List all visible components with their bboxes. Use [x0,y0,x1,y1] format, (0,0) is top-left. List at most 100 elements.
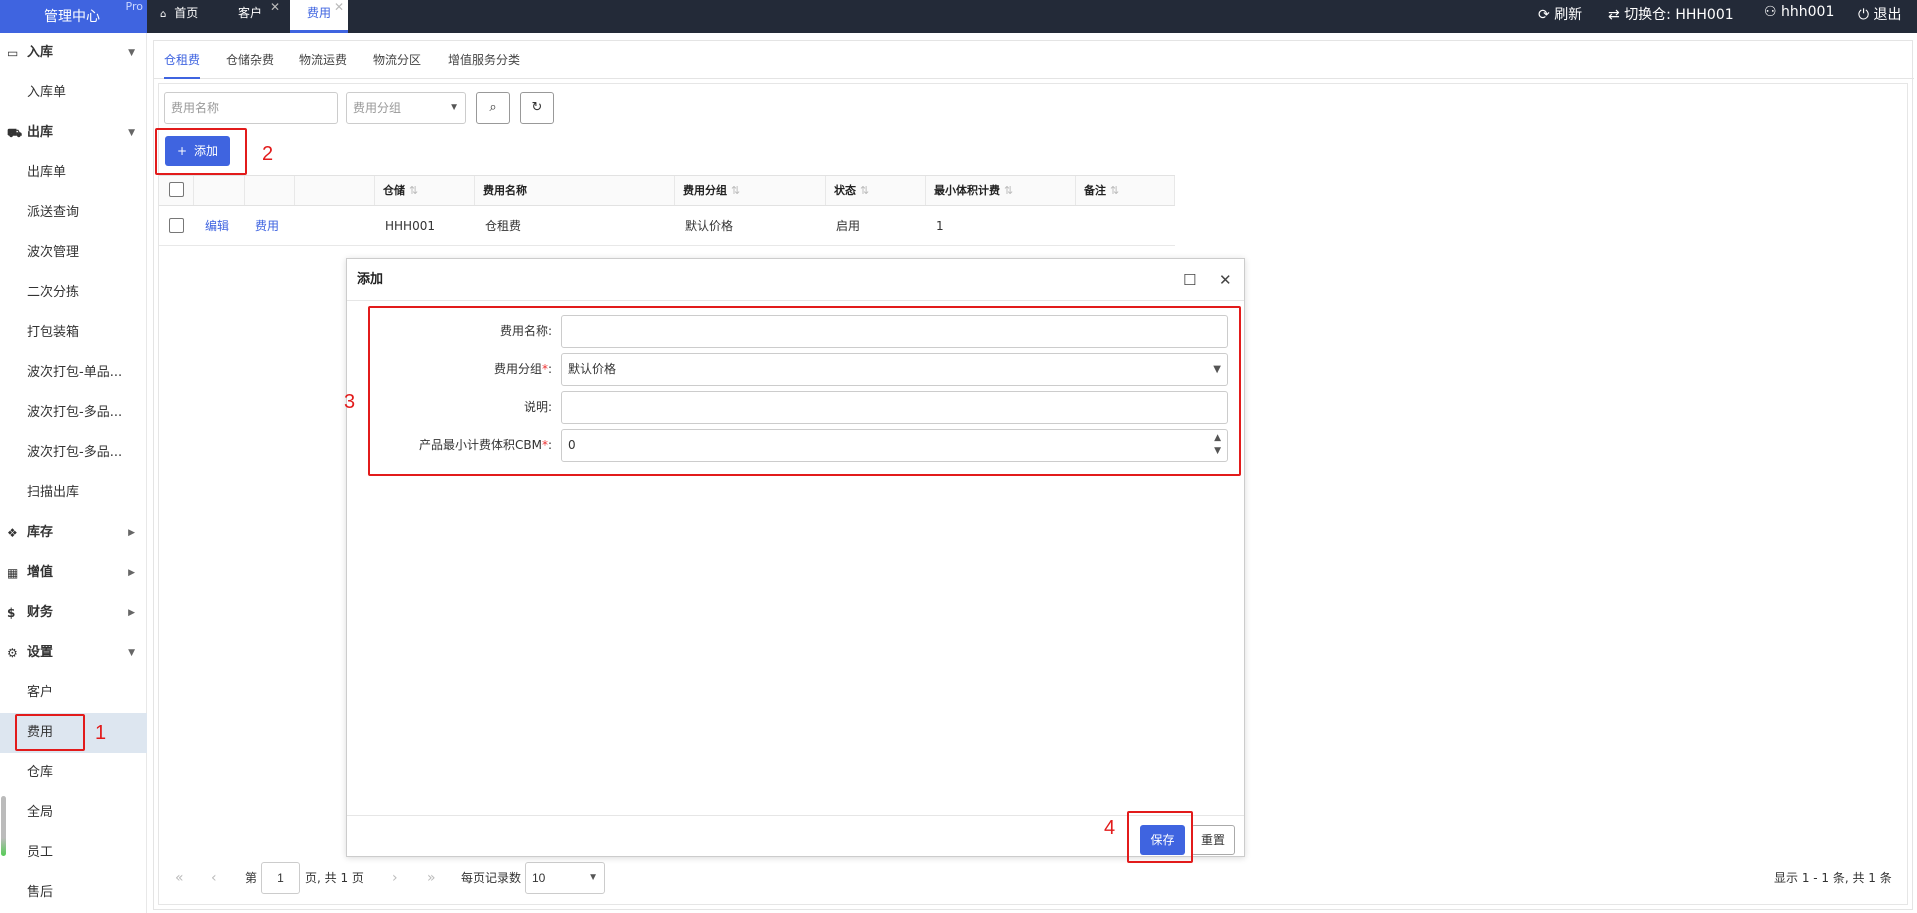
sidebar-item-after-sales[interactable]: 售后 [0,873,147,913]
annotation-number-4: 4 [1104,817,1116,839]
tab-storage-fee[interactable]: 仓租费 [164,41,201,79]
sidebar-item-label: 入库单 [27,85,67,100]
brand-title: 管理中心 [44,9,100,25]
truck-icon: ⛟ [7,126,23,140]
top-bar: 管理中心 Pro ⌂ 首页 客户 ✕ 费用 ✕ ⟳ 刷新 ⇄ 切换仓: HHH0… [0,0,1917,33]
column-label: 费用分组 [683,184,727,197]
close-icon[interactable]: ✕ [334,0,344,20]
cubes-icon: ❖ [7,526,18,540]
chevron-down-icon: ▼ [128,48,135,58]
reset-filter-button[interactable]: ↻ [520,92,554,124]
prev-page-icon[interactable]: ‹ [211,858,217,898]
sort-icon: ⇅ [731,184,741,197]
logout-label: 退出 [1873,7,1902,23]
sidebar-item-label: 扫描出库 [27,485,80,500]
row-checkbox[interactable] [169,218,184,233]
sort-icon: ⇅ [1110,184,1120,197]
close-icon[interactable]: ✕ [1219,259,1232,301]
sidebar-item-wave-pack-multi-2[interactable]: 波次打包-多品... [0,433,147,473]
sidebar-item-label: 波次管理 [27,245,80,260]
first-page-icon[interactable]: « [175,858,184,898]
fee-name-input[interactable]: 费用名称 [164,92,338,124]
fee-group-select[interactable]: 费用分组 ▼ [346,92,466,124]
page-tab-fee[interactable]: 费用 ✕ [290,0,348,33]
tab-shipping-zone[interactable]: 物流分区 [373,41,421,79]
sidebar-item-global[interactable]: 全局 [0,793,147,833]
sidebar-item-secondary-sorting[interactable]: 二次分拣 [0,273,147,313]
sidebar-group-label: 库存 [27,525,54,540]
close-icon[interactable]: ✕ [270,0,280,20]
sidebar-item-staff[interactable]: 员工 [0,833,147,873]
fee-link[interactable]: 费用 [255,206,279,246]
sidebar-item-label: 派送查询 [27,205,80,220]
chevron-down-icon: ▼ [128,128,135,138]
sidebar-item-inbound-order[interactable]: 入库单 [0,73,147,113]
col-status[interactable]: 状态 ⇅ [826,176,926,205]
reset-button[interactable]: 重置 [1191,825,1235,855]
sidebar-item-delivery-query[interactable]: 派送查询 [0,193,147,233]
sidebar-group-outbound[interactable]: ⛟ 出库 ▼ [0,113,147,153]
sidebar-group-inbound[interactable]: ▭ 入库 ▼ [0,33,147,73]
sidebar-item-label: 二次分拣 [27,285,80,300]
sidebar-group-label: 增值 [27,565,54,580]
sidebar-group-label: 设置 [27,645,54,660]
page-number-input[interactable]: 1 [261,862,300,894]
per-page-select[interactable]: 10 ▼ [525,862,605,894]
sidebar-item-wave-pack-multi[interactable]: 波次打包-多品... [0,393,147,433]
action-col-3 [295,176,375,205]
last-page-icon[interactable]: » [427,858,436,898]
page-tab-customer[interactable]: 客户 ✕ [238,0,280,33]
user-icon: ⚇ [1764,4,1777,20]
tab-misc-fee[interactable]: 仓储杂费 [226,41,274,79]
swap-icon: ⇄ [1608,7,1620,23]
sidebar-item-packing[interactable]: 打包装箱 [0,313,147,353]
column-label: 仓储 [383,184,405,197]
col-warehouse[interactable]: 仓储 ⇅ [375,176,475,205]
col-fee-group[interactable]: 费用分组 ⇅ [675,176,826,205]
sidebar-group-finance[interactable]: $ 财务 ▶ [0,593,147,633]
home-icon: ⌂ [160,9,167,20]
sidebar-group-settings[interactable]: ⚙ 设置 ▼ [0,633,147,673]
sidebar-group-value-added[interactable]: ▦ 增值 ▶ [0,553,147,593]
sidebar-item-warehouse[interactable]: 仓库 [0,753,147,793]
sidebar-scrollbar[interactable] [1,796,6,856]
sidebar-group-inventory[interactable]: ❖ 库存 ▶ [0,513,147,553]
sidebar-item-scan-outbound[interactable]: 扫描出库 [0,473,147,513]
logout-icon: ⏻ [1858,7,1870,23]
sidebar-item-wave-pack-single[interactable]: 波次打包-单品... [0,353,147,393]
refresh-button[interactable]: ⟳ 刷新 [1538,4,1582,24]
switch-warehouse-button[interactable]: ⇄ 切换仓: HHH001 [1608,4,1734,24]
refresh-icon: ↻ [531,100,543,115]
column-label: 费用名称 [483,184,527,197]
brand-badge: Pro [125,0,143,13]
next-page-icon[interactable]: › [392,858,398,898]
switch-warehouse-label: 切换仓: HHH001 [1624,7,1734,23]
col-min-volume[interactable]: 最小体积计费 ⇅ [926,176,1076,205]
tab-service-category[interactable]: 增值服务分类 [448,41,520,79]
maximize-icon[interactable]: ☐ [1183,259,1196,301]
sidebar-item-customer[interactable]: 客户 [0,673,147,713]
user-name: hhh001 [1781,4,1835,20]
annotation-number-3: 3 [344,391,356,413]
table-header: 仓储 ⇅ 费用名称 费用分组 ⇅ 状态 ⇅ 最小体积计费 ⇅ 备注 ⇅ [159,175,1175,206]
caret-down-icon: ▼ [588,872,598,883]
sidebar-item-outbound-order[interactable]: 出库单 [0,153,147,193]
dialog-header: 添加 ☐ ✕ [347,259,1244,301]
tab-shipping-fee[interactable]: 物流运费 [299,41,347,79]
sidebar-item-label: 波次打包-多品... [27,445,123,460]
search-button[interactable]: ⌕ [476,92,510,124]
sidebar-group-label: 入库 [27,45,54,60]
page-tab-home[interactable]: ⌂ 首页 [160,0,212,33]
annotation-box-4 [1127,811,1193,863]
logout-button[interactable]: ⏻ 退出 [1858,4,1902,24]
sidebar-group-label: 出库 [27,125,54,140]
edit-link[interactable]: 编辑 [205,206,229,246]
col-note[interactable]: 备注 ⇅ [1076,176,1175,205]
refresh-icon: ⟳ [1538,7,1550,23]
user-menu[interactable]: ⚇ hhh001 [1764,4,1834,20]
chevron-right-icon: ▶ [128,608,135,618]
select-all-checkbox[interactable] [169,182,184,197]
sidebar-item-wave-management[interactable]: 波次管理 [0,233,147,273]
gear-icon: ⚙ [7,646,18,660]
column-label: 备注 [1084,184,1106,197]
